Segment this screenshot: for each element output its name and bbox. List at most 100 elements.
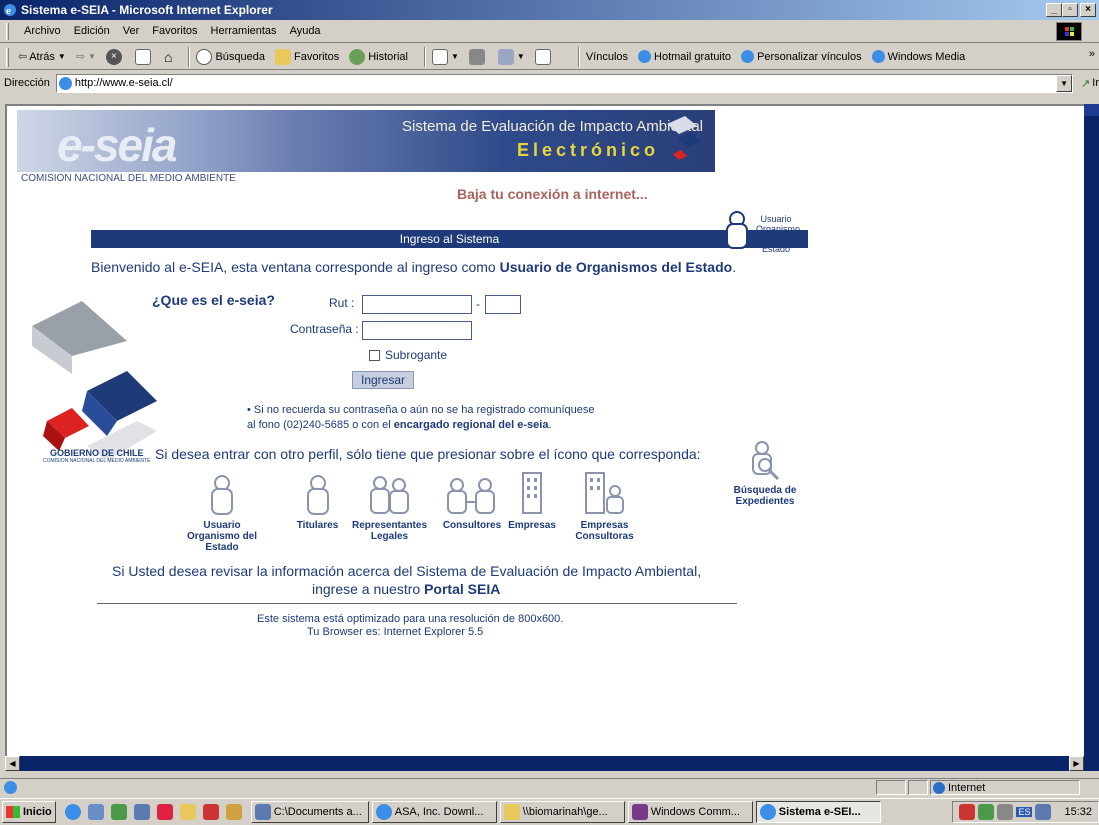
search-icon xyxy=(196,48,213,65)
menu-ver[interactable]: Ver xyxy=(123,25,140,37)
maximize-button[interactable]: ▫ xyxy=(1062,3,1078,17)
folder-icon[interactable] xyxy=(179,804,196,820)
organismo-estado-badge: Usuario Organismo del Estado xyxy=(722,208,812,254)
antivirus-icon[interactable] xyxy=(959,804,976,820)
quick-launch xyxy=(64,804,245,820)
discuss-icon xyxy=(534,48,551,65)
tray-app-icon[interactable] xyxy=(1035,804,1052,820)
profile-representantes-legales[interactable]: Representantes Legales xyxy=(347,474,432,542)
what-is-eseia-link[interactable]: ¿Que es el e-seia? xyxy=(152,292,275,308)
outlook-icon[interactable] xyxy=(87,804,104,820)
ie-quicklaunch-icon[interactable] xyxy=(64,804,81,820)
address-bar: Dirección http://www.e-seia.cl/ ▼ ↗ Ir xyxy=(0,71,1099,95)
edit-icon xyxy=(497,48,514,65)
edit-button[interactable]: ▼ xyxy=(497,48,525,65)
menu-bar: Archivo Edición Ver Favoritos Herramient… xyxy=(0,20,1099,43)
profile-empresas-consultoras[interactable]: Empresas Consultoras xyxy=(567,469,642,542)
scroll-left-icon[interactable]: ◀ xyxy=(5,756,20,771)
portal-info-text: Si Usted desea revisar la información ac… xyxy=(112,563,702,579)
desktop-icon[interactable] xyxy=(110,804,127,820)
svg-text:e: e xyxy=(6,5,11,17)
volume-icon[interactable] xyxy=(997,804,1014,820)
profile-busqueda-expedientes[interactable]: Búsqueda de Expedientes xyxy=(725,439,805,507)
rut-dv-input[interactable] xyxy=(485,295,521,314)
task-sistema-eseia[interactable]: Sistema e-SEI... xyxy=(755,801,881,823)
subrogante-label: Subrogante xyxy=(385,348,448,362)
ingresar-button[interactable]: Ingresar xyxy=(352,371,414,389)
stop-icon: × xyxy=(105,48,122,65)
low-bandwidth-link[interactable]: Baja tu conexión a internet... xyxy=(457,186,648,202)
profile-empresas[interactable]: Empresas xyxy=(507,469,557,531)
two-users-icon xyxy=(369,476,409,514)
subrogante-checkbox[interactable] xyxy=(369,350,380,361)
ie-link-icon xyxy=(741,50,755,63)
cube-logo-icon xyxy=(667,116,701,160)
go-button[interactable]: ↗ Ir xyxy=(1081,77,1099,90)
contact-text: al fono (02)240-5685 o con el encargado … xyxy=(247,419,552,431)
taskbar: Inicio C:\Documents a... ASA, Inc. Downl… xyxy=(0,798,1099,825)
start-button[interactable]: Inicio xyxy=(2,801,56,823)
explorer-icon[interactable] xyxy=(133,804,150,820)
page-status-icon xyxy=(4,781,17,794)
menu-favoritos[interactable]: Favoritos xyxy=(152,25,197,37)
discuss-button[interactable] xyxy=(534,48,554,65)
conama-label: COMISION NACIONAL DEL MEDIO AMBIENTE xyxy=(21,173,236,184)
favorites-button[interactable]: Favoritos xyxy=(274,48,339,65)
ie-link-icon xyxy=(638,50,652,63)
address-input[interactable]: http://www.e-seia.cl/ ▼ xyxy=(55,73,1074,93)
encargado-regional-link[interactable]: encargado regional del e-seia xyxy=(394,419,549,431)
user-icon xyxy=(726,211,748,249)
password-input[interactable] xyxy=(362,321,472,340)
mail-button[interactable]: ▼ xyxy=(431,48,459,65)
chevron-more-icon[interactable]: » xyxy=(1089,48,1095,60)
portal-seia-link[interactable]: Portal SEIA xyxy=(424,581,500,597)
home-button[interactable]: ⌂ xyxy=(164,49,172,65)
history-button[interactable]: Historial xyxy=(349,48,408,65)
profile-organismo-estado[interactable]: Usuario Organismo del Estado xyxy=(187,474,257,553)
refresh-button[interactable] xyxy=(134,48,154,65)
divider xyxy=(97,603,737,604)
forward-button[interactable]: ⇨ ▼ xyxy=(76,50,96,63)
paint-icon[interactable] xyxy=(202,804,219,820)
link-hotmail[interactable]: Hotmail gratuito xyxy=(638,50,731,63)
search-user-icon xyxy=(752,441,780,481)
login-header: Ingreso al Sistema xyxy=(91,230,808,248)
stop-button[interactable]: × xyxy=(105,48,125,65)
minimize-button[interactable]: _ xyxy=(1046,3,1062,17)
company-consultants-icon xyxy=(584,472,624,514)
address-dropdown-icon[interactable]: ▼ xyxy=(1056,74,1073,92)
scroll-right-icon[interactable]: ▶ xyxy=(1069,756,1084,771)
search-button[interactable]: Búsqueda xyxy=(196,48,265,65)
app-icon[interactable] xyxy=(156,804,173,820)
menu-ayuda[interactable]: Ayuda xyxy=(290,25,321,37)
decorative-cubes-icon xyxy=(32,301,157,461)
task-documents[interactable]: C:\Documents a... xyxy=(250,801,369,823)
close-button[interactable]: × xyxy=(1080,3,1096,17)
profile-consultores[interactable]: Consultores xyxy=(437,474,507,531)
link-personalizar[interactable]: Personalizar vínculos xyxy=(741,50,862,63)
eseia-logo: e-seia xyxy=(57,119,177,171)
title-bar[interactable]: e Sistema e-SEIA - Microsoft Internet Ex… xyxy=(0,0,1099,20)
globe-icon xyxy=(933,781,945,794)
print-button[interactable] xyxy=(468,48,488,65)
pencil-icon[interactable] xyxy=(225,804,242,820)
profile-titulares[interactable]: Titulares xyxy=(290,474,345,531)
resolution-note: Este sistema está optimizado para una re… xyxy=(257,613,564,625)
task-asa[interactable]: ASA, Inc. Downl... xyxy=(371,801,497,823)
menu-edicion[interactable]: Edición xyxy=(74,25,110,37)
menu-herramientas[interactable]: Herramientas xyxy=(211,25,277,37)
horizontal-scrollbar[interactable]: ◀ ▶ xyxy=(5,756,1099,771)
back-button[interactable]: ⇦ Atrás ▼ xyxy=(18,50,66,64)
user-icon xyxy=(306,475,329,515)
rut-input[interactable] xyxy=(362,295,472,314)
link-windows-media[interactable]: Windows Media xyxy=(871,50,965,63)
address-label: Dirección xyxy=(4,77,50,89)
task-biomarinah[interactable]: \\biomarinah\ge... xyxy=(499,801,625,823)
menu-archivo[interactable]: Archivo xyxy=(24,25,61,37)
task-windows-commander[interactable]: Windows Comm... xyxy=(627,801,753,823)
system-tray: ES 15:32 xyxy=(952,801,1099,823)
language-indicator[interactable]: ES xyxy=(1016,807,1033,817)
network-icon[interactable] xyxy=(978,804,995,820)
vertical-scrollbar[interactable] xyxy=(1084,104,1099,756)
favorites-icon xyxy=(274,48,291,65)
